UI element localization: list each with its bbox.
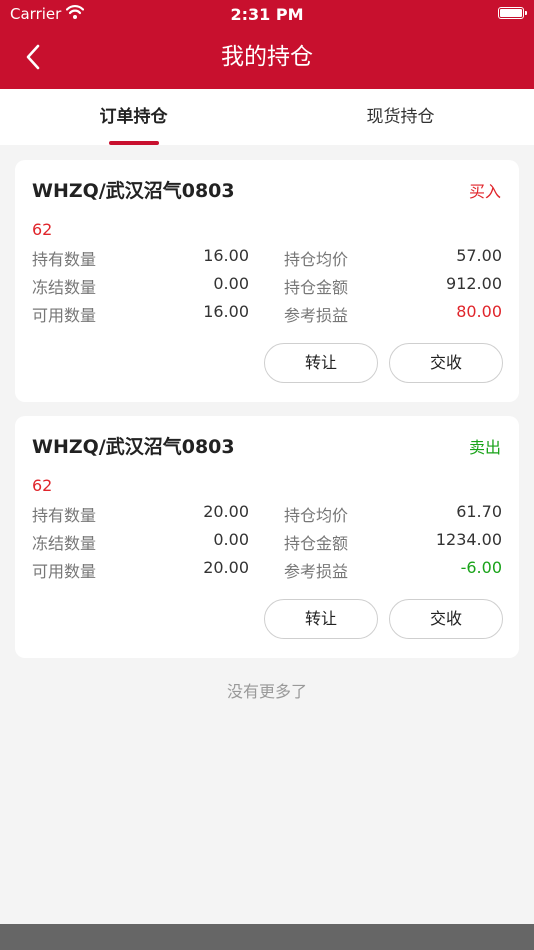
navigation-bar: Carrier 2:31 PM 我的持仓 xyxy=(0,0,534,89)
info-row: 冻结数量 0.00 持仓金额 912.00 xyxy=(32,274,502,302)
tab-spot-positions[interactable]: 现货持仓 xyxy=(267,89,534,145)
transfer-button[interactable]: 转让 xyxy=(264,343,378,383)
avg-price-label: 持仓均价 xyxy=(284,506,349,525)
position-side-badge: 卖出 xyxy=(468,438,501,457)
avg-price-value: 57.00 xyxy=(456,246,502,265)
position-card: WHZQ/武汉沼气0803 买入 62 持有数量 16.00 持仓均价 57.0… xyxy=(15,160,519,402)
frozen-qty-label: 冻结数量 xyxy=(32,534,97,553)
info-row: 可用数量 16.00 参考损益 80.00 xyxy=(32,302,502,330)
info-row: 冻结数量 0.00 持仓金额 1234.00 xyxy=(32,530,502,558)
held-qty-value: 16.00 xyxy=(203,246,249,265)
info-row: 持有数量 16.00 持仓均价 57.00 xyxy=(32,246,502,274)
no-more-label: 没有更多了 xyxy=(226,682,307,701)
position-card: WHZQ/武汉沼气0803 卖出 62 持有数量 20.00 持仓均价 61.7… xyxy=(15,416,519,658)
held-qty-label: 持有数量 xyxy=(32,506,97,525)
tab-bar: 订单持仓 现货持仓 xyxy=(0,89,534,145)
held-qty-label: 持有数量 xyxy=(32,250,97,269)
bottom-bar xyxy=(0,924,534,950)
position-amount-label: 持仓金额 xyxy=(284,278,349,297)
available-qty-label: 可用数量 xyxy=(32,306,97,325)
ref-pnl-label: 参考损益 xyxy=(284,562,349,581)
deliver-button[interactable]: 交收 xyxy=(389,343,503,383)
available-qty-value: 16.00 xyxy=(203,302,249,321)
status-bar: Carrier 2:31 PM xyxy=(0,0,534,28)
status-time: 2:31 PM xyxy=(230,5,304,24)
held-qty-value: 20.00 xyxy=(203,502,249,521)
page-title: 我的持仓 xyxy=(221,44,313,70)
position-code: 62 xyxy=(32,476,53,495)
frozen-qty-label: 冻结数量 xyxy=(32,278,97,297)
position-side-badge: 买入 xyxy=(468,182,501,201)
transfer-button[interactable]: 转让 xyxy=(264,599,378,639)
position-amount-value: 1234.00 xyxy=(435,530,502,549)
available-qty-value: 20.00 xyxy=(203,558,249,577)
avg-price-value: 61.70 xyxy=(456,502,502,521)
active-tab-indicator xyxy=(109,141,159,145)
deliver-button[interactable]: 交收 xyxy=(389,599,503,639)
frozen-qty-value: 0.00 xyxy=(213,530,249,549)
position-title: WHZQ/武汉沼气0803 xyxy=(32,436,235,458)
tab-order-positions[interactable]: 订单持仓 xyxy=(0,89,267,145)
frozen-qty-value: 0.00 xyxy=(213,274,249,293)
info-row: 持有数量 20.00 持仓均价 61.70 xyxy=(32,502,502,530)
available-qty-label: 可用数量 xyxy=(32,562,97,581)
position-amount-label: 持仓金额 xyxy=(284,534,349,553)
ref-pnl-label: 参考损益 xyxy=(284,306,349,325)
avg-price-label: 持仓均价 xyxy=(284,250,349,269)
position-title: WHZQ/武汉沼气0803 xyxy=(32,180,235,202)
battery-icon xyxy=(498,7,527,19)
position-amount-value: 912.00 xyxy=(446,274,502,293)
info-row: 可用数量 20.00 参考损益 -6.00 xyxy=(32,558,502,586)
ref-pnl-value: 80.00 xyxy=(456,302,502,321)
ref-pnl-value: -6.00 xyxy=(460,558,502,577)
position-code: 62 xyxy=(32,220,53,239)
